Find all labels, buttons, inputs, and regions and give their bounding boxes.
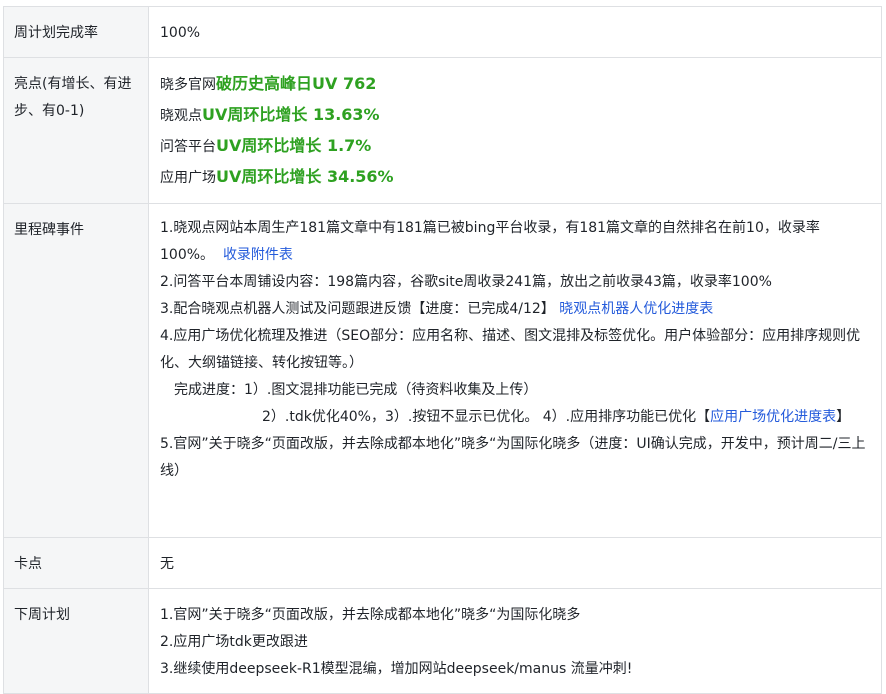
milestone-item-5: 5.官网”关于晓多“页面改版，并去除成都本地化”晓多“为国际化晓多（进度：UI确… xyxy=(160,436,866,479)
row-completion-rate: 周计划完成率 100% xyxy=(3,6,882,58)
milestone-text: 2）.tdk优化40%，3）.按钮不显示已优化。 4）.应用排序功能已优化【 xyxy=(262,409,711,425)
milestone-progress-line-1: 完成进度：1）.图文混排功能已完成（待资料收集及上传） xyxy=(174,382,538,398)
row-label: 周计划完成率 xyxy=(14,25,98,41)
highlight-stat: 破历史高峰日UV 762 xyxy=(216,74,377,93)
value-cell[interactable]: 1.晓观点网站本周生产181篇文章中有181篇已被bing平台收录，有181篇文… xyxy=(148,203,882,538)
highlight-item: 晓多官网破历史高峰日UV 762 xyxy=(160,69,871,100)
row-blockers: 卡点 无 xyxy=(3,537,882,589)
highlight-item: 应用广场UV周环比增长 34.56% xyxy=(160,162,871,193)
row-label: 下周计划 xyxy=(14,607,70,623)
milestone-text: 】 xyxy=(836,409,851,425)
highlight-item: 问答平台UV周环比增长 1.7% xyxy=(160,131,871,162)
row-label: 亮点(有增长、有进步、有0-1) xyxy=(14,76,132,119)
highlight-item: 晓观点UV周环比增长 13.63% xyxy=(160,100,871,131)
row-milestones: 里程碑事件 1.晓观点网站本周生产181篇文章中有181篇已被bing平台收录，… xyxy=(3,203,882,538)
label-cell: 卡点 xyxy=(3,537,149,589)
value-cell[interactable]: 100% xyxy=(148,6,882,58)
label-cell: 亮点(有增长、有进步、有0-1) xyxy=(3,57,149,204)
row-next-week-plan: 下周计划 1.官网”关于晓多“页面改版，并去除成都本地化”晓多“为国际化晓多 2… xyxy=(3,588,882,694)
highlight-prefix: 晓观点 xyxy=(160,108,202,124)
highlight-prefix: 应用广场 xyxy=(160,170,216,186)
blockers-value: 无 xyxy=(160,556,174,572)
milestone-text: 3.配合晓观点机器人测试及问题跟进反馈【进度：已完成4/12】 xyxy=(160,301,555,317)
row-label: 卡点 xyxy=(14,556,42,572)
row-highlights: 亮点(有增长、有进步、有0-1) 晓多官网破历史高峰日UV 762 晓观点UV周… xyxy=(3,57,882,204)
label-cell: 下周计划 xyxy=(3,588,149,694)
app-square-progress-link[interactable]: 应用广场优化进度表 xyxy=(710,409,836,425)
plan-item: 3.继续使用deepseek-R1模型混编，增加网站deepseek/manus… xyxy=(160,661,633,677)
highlight-stat: UV周环比增长 13.63% xyxy=(202,105,380,124)
milestone-item-4: 4.应用广场优化梳理及推进（SEO部分：应用名称、描述、图文混排及标签优化。用户… xyxy=(160,328,861,371)
highlight-prefix: 晓多官网 xyxy=(160,77,216,93)
plan-item: 1.官网”关于晓多“页面改版，并去除成都本地化”晓多“为国际化晓多 xyxy=(160,607,581,623)
robot-progress-link[interactable]: 晓观点机器人优化进度表 xyxy=(559,301,713,317)
milestone-item-3: 3.配合晓观点机器人测试及问题跟进反馈【进度：已完成4/12】 晓观点机器人优化… xyxy=(160,296,871,323)
value-cell[interactable]: 1.官网”关于晓多“页面改版，并去除成都本地化”晓多“为国际化晓多 2.应用广场… xyxy=(148,588,882,694)
weekly-report-table: 周计划完成率 100% 亮点(有增长、有进步、有0-1) 晓多官网破历史高峰日U… xyxy=(3,6,882,694)
label-cell: 周计划完成率 xyxy=(3,6,149,58)
milestone-item-2: 2.问答平台本周铺设内容：198篇内容，谷歌site周收录241篇，放出之前收录… xyxy=(160,274,772,290)
label-cell: 里程碑事件 xyxy=(3,203,149,538)
row-label: 里程碑事件 xyxy=(14,222,84,238)
value-cell[interactable]: 晓多官网破历史高峰日UV 762 晓观点UV周环比增长 13.63% 问答平台U… xyxy=(148,57,882,204)
highlight-stat: UV周环比增长 1.7% xyxy=(216,136,372,155)
milestone-progress-line-2: 2）.tdk优化40%，3）.按钮不显示已优化。 4）.应用排序功能已优化【应用… xyxy=(160,404,871,431)
attachment-link[interactable]: 收录附件表 xyxy=(223,247,293,263)
completion-rate-value: 100% xyxy=(160,25,201,41)
highlight-prefix: 问答平台 xyxy=(160,139,216,155)
milestone-item-1: 1.晓观点网站本周生产181篇文章中有181篇已被bing平台收录，有181篇文… xyxy=(160,215,871,269)
plan-item: 2.应用广场tdk更改跟进 xyxy=(160,634,308,650)
value-cell[interactable]: 无 xyxy=(148,537,882,589)
highlight-stat: UV周环比增长 34.56% xyxy=(216,167,394,186)
